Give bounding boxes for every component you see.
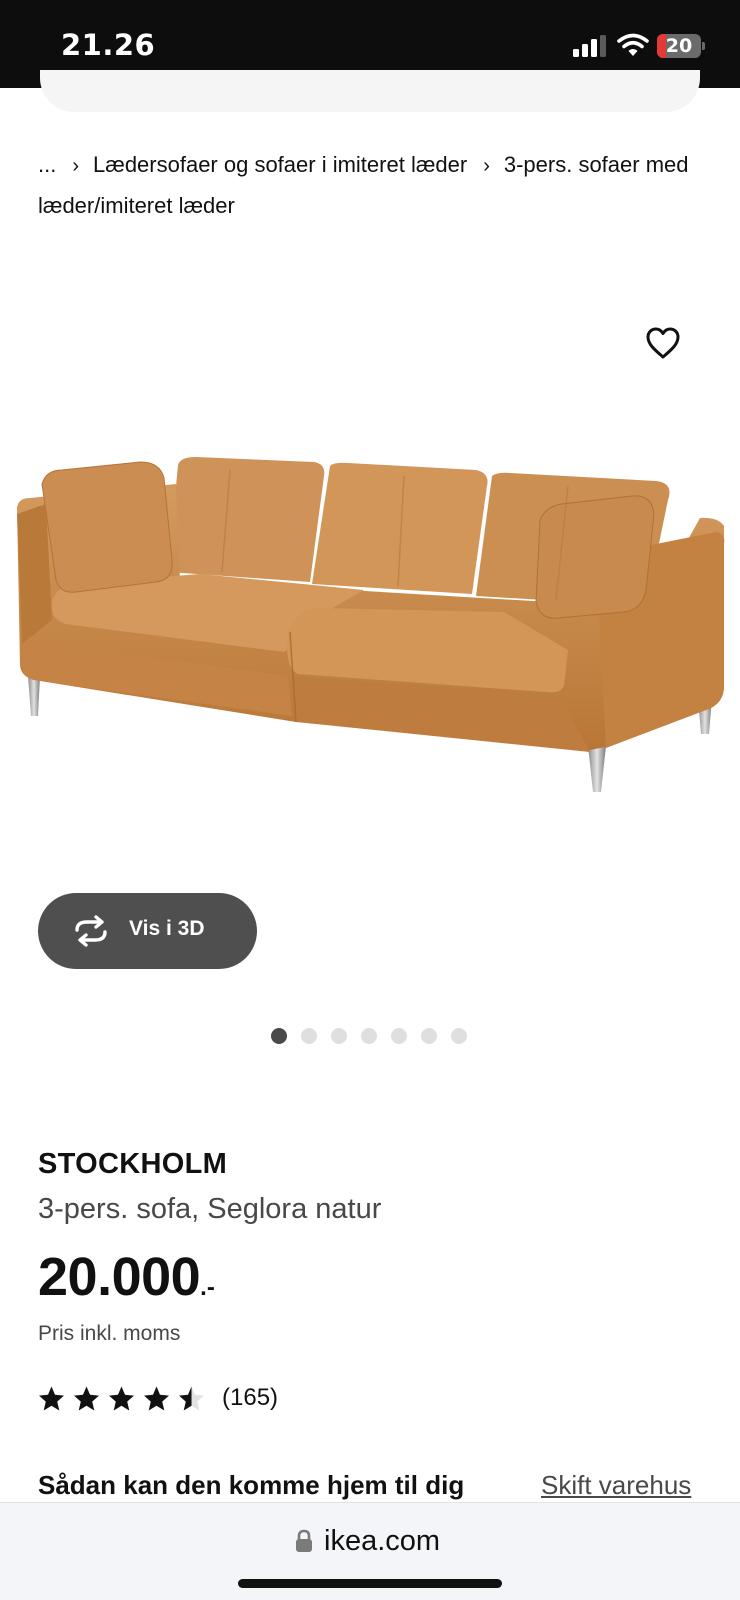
sofa-image[interactable] [0, 440, 740, 820]
delivery-heading: Sådan kan den komme hjem til dig [38, 1470, 465, 1500]
search-bar[interactable] [40, 70, 700, 112]
change-store-link[interactable]: Skift varehus [541, 1470, 691, 1501]
carousel-dot[interactable] [391, 1028, 407, 1044]
price-amount: 20.000 [38, 1247, 201, 1307]
breadcrumb-ellipsis[interactable]: ... [38, 152, 56, 177]
star-half-icon [179, 1386, 204, 1410]
home-indicator[interactable] [238, 1579, 502, 1588]
breadcrumb: ... › Lædersofaer og sofaer i imiteret læd… [38, 145, 708, 226]
rotate-3d-icon [75, 915, 107, 947]
product-price: 20.000.- [38, 1246, 215, 1308]
price-suffix: .- [200, 1274, 215, 1301]
status-time: 21.26 [61, 28, 156, 62]
cellular-signal-icon [573, 35, 606, 57]
url-text[interactable]: ikea.com [324, 1525, 440, 1558]
carousel-dot[interactable] [421, 1028, 437, 1044]
carousel-dot[interactable] [361, 1028, 377, 1044]
wifi-icon [617, 33, 649, 56]
carousel-dot[interactable] [271, 1028, 287, 1044]
carousel-dot[interactable] [301, 1028, 317, 1044]
product-description: 3-pers. sofa, Seglora natur [38, 1193, 382, 1225]
rating-stars [38, 1385, 205, 1412]
battery-level: 20 [665, 35, 693, 57]
product-name: STOCKHOLM [38, 1148, 228, 1180]
carousel-dot[interactable] [451, 1028, 467, 1044]
breadcrumb-item-leather-sofas[interactable]: Lædersofaer og sofaer i imiteret læder [93, 152, 467, 177]
star-full-icon [109, 1386, 134, 1410]
heart-icon[interactable] [645, 326, 681, 360]
view-3d-label: Vis i 3D [129, 917, 205, 940]
product-rating[interactable]: (165) [38, 1383, 278, 1413]
chevron-right-icon: › [483, 155, 490, 177]
star-full-icon [74, 1386, 99, 1410]
chevron-right-icon: › [72, 155, 80, 177]
review-count[interactable]: (165) [222, 1384, 278, 1412]
view-3d-button[interactable]: Vis i 3D [38, 893, 257, 969]
star-full-icon [39, 1386, 64, 1410]
image-carousel-dots [271, 1028, 467, 1044]
browser-address-bar[interactable]: ikea.com [0, 1502, 740, 1600]
battery-indicator: 20 [657, 34, 705, 58]
price-note: Pris inkl. moms [38, 1322, 181, 1345]
lock-icon [296, 1529, 312, 1552]
carousel-dot[interactable] [331, 1028, 347, 1044]
star-full-icon [144, 1386, 169, 1410]
